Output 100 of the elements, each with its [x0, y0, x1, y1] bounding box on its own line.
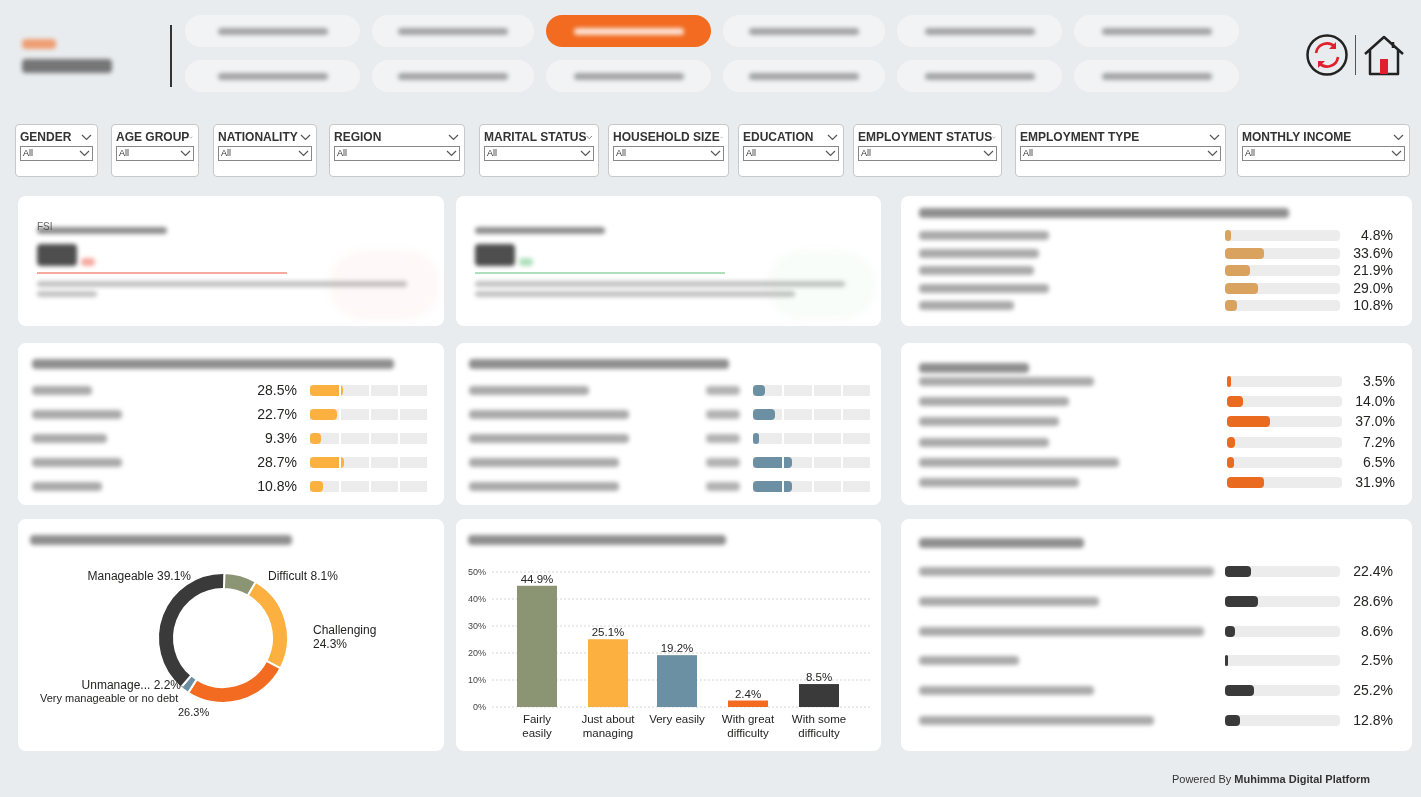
filter-dropdown[interactable]: All: [20, 146, 93, 161]
caret-icon: [79, 150, 90, 157]
filter-label: EMPLOYMENT TYPE: [1020, 130, 1140, 144]
percent-value: 12.8%: [1352, 710, 1393, 730]
category-label: Just about managing: [581, 713, 635, 739]
category-label: Fairly easily: [522, 713, 552, 739]
filter-dropdown[interactable]: All: [743, 146, 839, 161]
blurred-text: [37, 291, 97, 297]
value-label: 19.2%: [660, 642, 694, 655]
filter-dropdown[interactable]: All: [116, 146, 194, 161]
blurred-text: [706, 457, 740, 467]
caret-icon: [1207, 150, 1218, 157]
percent-value: 2.5%: [1360, 651, 1393, 671]
percent-value: 10.8%: [256, 476, 297, 496]
value-label: 25.1%: [591, 626, 625, 639]
nav-tab[interactable]: [546, 60, 711, 92]
slice-label: Very manageable or no debt 26.3%: [40, 692, 210, 718]
axis-tick-label: 30%: [468, 621, 486, 631]
blurred-text: [706, 433, 740, 443]
nav-tab[interactable]: [372, 60, 534, 92]
filter-label: REGION: [334, 130, 382, 144]
nav-tab[interactable]: [897, 15, 1062, 47]
percent-value: 8.6%: [1360, 621, 1393, 641]
slice-label: Unmanage... 2.2%: [81, 678, 181, 692]
blurred-text: [706, 409, 740, 419]
filter-label: GENDER: [20, 130, 72, 144]
blurred-text: [32, 481, 102, 491]
filter-label: HOUSEHOLD SIZE: [613, 130, 720, 144]
percent-value: 21.9%: [1352, 261, 1393, 281]
percent-value: 28.5%: [256, 380, 297, 400]
nav-tab[interactable]: [185, 15, 360, 47]
axis-tick-label: 40%: [468, 594, 486, 604]
nav-tab[interactable]: [897, 60, 1062, 92]
caret-icon: [300, 133, 311, 141]
blurred-text: [81, 258, 95, 266]
filter-dropdown[interactable]: All: [858, 146, 997, 161]
percent-value: 7.2%: [1362, 432, 1395, 452]
percent-value: 3.5%: [1362, 371, 1395, 391]
filter-dropdown[interactable]: All: [334, 146, 460, 161]
caret-icon: [983, 150, 994, 157]
blurred-text: [519, 258, 533, 266]
axis-tick-label: 50%: [468, 567, 486, 577]
blurred-text: [706, 481, 740, 491]
percent-value: 4.8%: [1360, 226, 1393, 246]
caret-icon: [586, 133, 593, 141]
caret-icon: [298, 150, 309, 157]
nav-tab[interactable]: [1074, 60, 1239, 92]
filter-label: NATIONALITY: [218, 130, 298, 144]
blurred-text: [706, 385, 740, 395]
nav-tab[interactable]: [185, 60, 360, 92]
caret-icon: [1391, 150, 1402, 157]
filter-dropdown[interactable]: All: [613, 146, 724, 161]
nav-tab[interactable]: [546, 15, 711, 47]
category-label: With great difficulty: [721, 713, 775, 739]
nav-tab[interactable]: [372, 15, 534, 47]
caret-icon: [180, 150, 191, 157]
slice-label: Manageable 39.1%: [87, 569, 191, 583]
axis-tick-label: 0%: [473, 702, 486, 712]
percent-value: 10.8%: [1352, 296, 1393, 316]
percent-value: 29.0%: [1352, 278, 1393, 298]
fsi-label: FSI: [37, 221, 53, 232]
powered-by-text: Powered By Muhimma Digital Platform: [1171, 771, 1370, 787]
blurred-text: [22, 39, 56, 49]
filter-dropdown[interactable]: All: [1020, 146, 1221, 161]
caret-icon: [580, 150, 591, 157]
axis-tick-label: 10%: [468, 675, 486, 685]
caret-icon: [446, 150, 457, 157]
filter-dropdown[interactable]: All: [484, 146, 594, 161]
value-label: 2.4%: [734, 687, 762, 700]
filter-label: EDUCATION: [743, 130, 814, 144]
filter-dropdown[interactable]: All: [218, 146, 312, 161]
nav-tab[interactable]: [723, 60, 885, 92]
value-label: 44.9%: [520, 572, 554, 585]
caret-icon: [710, 150, 721, 157]
percent-value: 22.4%: [1352, 562, 1393, 582]
caret-icon: [448, 133, 459, 141]
percent-value: 6.5%: [1362, 452, 1395, 472]
category-label: With some difficulty: [791, 713, 847, 739]
value-label: 8.5%: [805, 671, 833, 684]
home-icon[interactable]: [1362, 33, 1406, 77]
filter-label: MARITAL STATUS: [484, 130, 587, 144]
nav-tab[interactable]: [723, 15, 885, 47]
refresh-icon[interactable]: [1305, 33, 1349, 77]
nav-tab[interactable]: [1074, 15, 1239, 47]
filter-label: AGE GROUP: [116, 130, 190, 144]
filter-dropdown[interactable]: All: [1242, 146, 1405, 161]
leader-line: [180, 685, 186, 689]
percent-value: 22.7%: [256, 404, 297, 424]
caret-icon: [827, 133, 838, 141]
caret-icon: [825, 150, 836, 157]
percent-value: 31.9%: [1354, 473, 1395, 493]
slice-label: Challenging 24.3%: [313, 623, 377, 651]
filter-label: EMPLOYMENT STATUS: [858, 130, 993, 144]
blurred-text: [37, 244, 77, 266]
percent-value: 14.0%: [1354, 391, 1395, 411]
axis-tick-label: 20%: [468, 648, 486, 658]
percent-value: 28.7%: [256, 452, 297, 472]
percent-value: 25.2%: [1352, 681, 1393, 701]
blurred-text: [32, 385, 92, 395]
filter-label: MONTHLY INCOME: [1242, 130, 1352, 144]
